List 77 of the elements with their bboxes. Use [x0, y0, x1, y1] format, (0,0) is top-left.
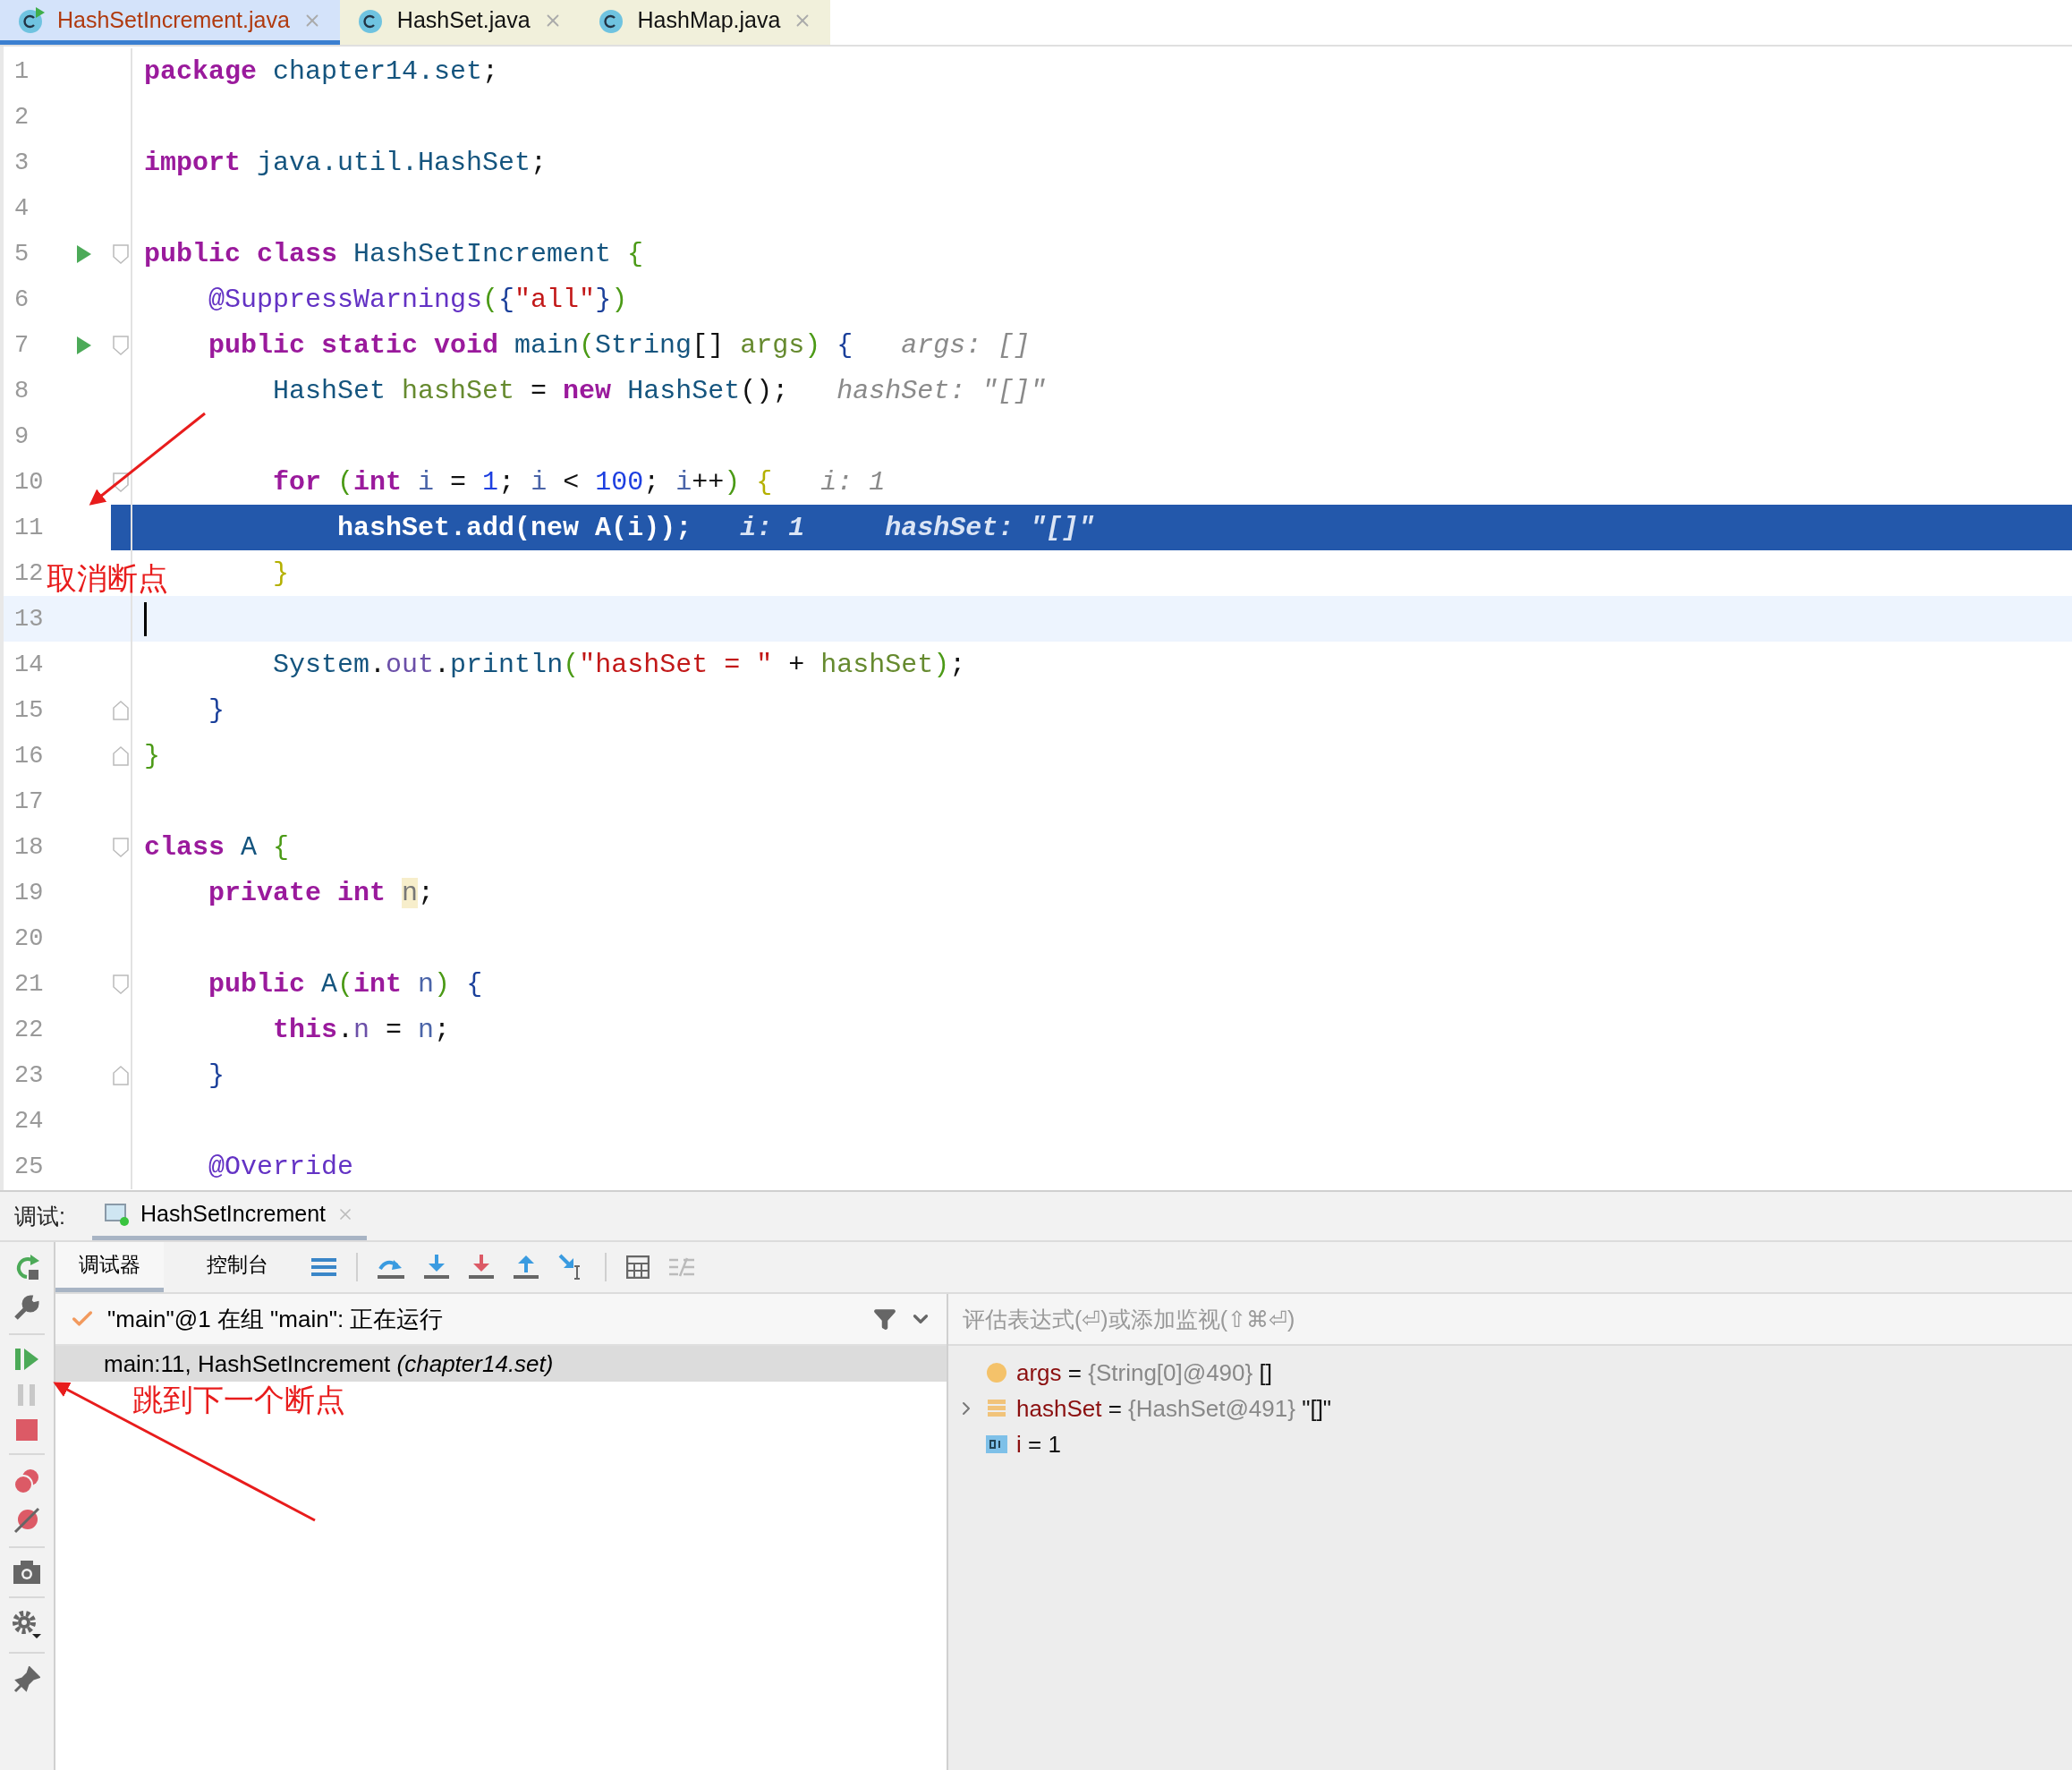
- editor-tab[interactable]: HashSet.java: [339, 0, 581, 45]
- mute-breakpoints-icon[interactable]: [13, 1507, 40, 1534]
- editor-tab[interactable]: HashSetIncrement.java: [0, 0, 340, 45]
- debugger-tab[interactable]: 控制台: [183, 1242, 292, 1292]
- calculator-icon[interactable]: [626, 1255, 650, 1279]
- line-number: 15: [13, 696, 44, 724]
- trace-icon[interactable]: [669, 1256, 694, 1278]
- editor-tab[interactable]: HashMap.java: [580, 0, 831, 45]
- filter-icon[interactable]: [873, 1307, 896, 1331]
- run-icon[interactable]: [75, 334, 93, 356]
- debugger-tab[interactable]: 调试器: [55, 1242, 164, 1292]
- run-icon[interactable]: [75, 243, 93, 265]
- line-number: 25: [13, 1153, 44, 1180]
- force-step-into-icon[interactable]: [469, 1255, 494, 1280]
- line-number: 17: [13, 787, 44, 815]
- pin-icon[interactable]: [13, 1666, 40, 1693]
- line-number: 19: [13, 879, 44, 906]
- code-line: @SuppressWarnings({"all"}): [208, 284, 628, 315]
- line-number: 12: [13, 559, 44, 587]
- line-number: 21: [13, 970, 44, 998]
- window-icon: [104, 1201, 130, 1227]
- annotation-text: 跳到下一个断点: [132, 1383, 345, 1417]
- primitive-icon: [986, 1435, 1007, 1453]
- line-number: 8: [13, 377, 30, 404]
- line-number: 14: [13, 651, 44, 678]
- menu-icon[interactable]: [311, 1257, 336, 1277]
- step-out-icon[interactable]: [514, 1255, 539, 1280]
- line-number: 4: [13, 194, 30, 222]
- breakpoints-icon[interactable]: [13, 1468, 40, 1494]
- step-into-icon[interactable]: [424, 1255, 449, 1280]
- line-number: 11: [13, 514, 44, 541]
- line-number: 22: [13, 1016, 44, 1043]
- line-number: 10: [13, 468, 44, 496]
- code-line: import java.util.HashSet;: [144, 147, 548, 178]
- resume-icon[interactable]: [14, 1348, 39, 1371]
- variable-entry[interactable]: hashSet = {HashSet@491} "[]": [1016, 1394, 1332, 1423]
- object-icon: [986, 1399, 1007, 1418]
- annotation-text: 取消断点: [47, 562, 168, 596]
- line-number: 20: [13, 924, 44, 952]
- line-number: 16: [13, 742, 44, 770]
- code-line: public static void main(String[] args) { args: []: [208, 329, 1031, 361]
- stack-frame[interactable]: main:11, HashSetIncrement (chapter14.set): [55, 1346, 947, 1382]
- line-number: 18: [13, 833, 44, 861]
- line-number: 3: [13, 149, 30, 176]
- code-line: }: [208, 694, 225, 726]
- code-line: HashSet hashSet = new HashSet(); hashSet: "[]": [273, 375, 1047, 406]
- code-line: this.n = n;: [273, 1014, 451, 1045]
- line-number: 1: [13, 57, 30, 85]
- line-number: 13: [13, 605, 44, 633]
- parameter-icon: [986, 1362, 1007, 1383]
- watch-input-field[interactable]: 评估表达式(⏎)或添加监视(⇧⌘⏎): [948, 1294, 2072, 1346]
- line-number: 9: [13, 422, 30, 450]
- line-number: 7: [13, 331, 30, 359]
- debug-panel-title: 调试:: [14, 1202, 65, 1230]
- code-line: class A {: [144, 831, 290, 863]
- code-line: public class HashSetIncrement {: [144, 238, 644, 269]
- line-number: 23: [13, 1061, 44, 1089]
- code-line: }: [273, 557, 290, 589]
- line-number: 2: [13, 103, 30, 131]
- line-number: 5: [13, 240, 30, 268]
- code-line: }: [208, 1059, 225, 1091]
- code-line: }: [144, 740, 160, 771]
- code-line: public A(int n) {: [208, 968, 483, 1000]
- wrench-icon[interactable]: [13, 1294, 40, 1321]
- text-caret: [144, 601, 147, 636]
- code-line: System.out.println("hashSet = " + hashSet);: [273, 649, 966, 680]
- camera-icon[interactable]: [13, 1561, 40, 1584]
- line-number: 24: [13, 1107, 44, 1135]
- code-line: for (int i = 1; i < 100; i++) { i: 1: [273, 466, 886, 498]
- variable-entry[interactable]: args = {String[0]@490} []: [1016, 1358, 1272, 1387]
- code-line: @Override: [208, 1151, 354, 1182]
- variable-entry[interactable]: i = 1: [1016, 1430, 1061, 1459]
- code-line: package chapter14.set;: [144, 55, 499, 87]
- code-line: hashSet.add(new A(i)); i: 1 hashSet: "[]": [337, 512, 1095, 543]
- settings-icon[interactable]: [13, 1611, 41, 1639]
- code-line: private int n;: [208, 877, 435, 908]
- line-number: 6: [13, 285, 30, 313]
